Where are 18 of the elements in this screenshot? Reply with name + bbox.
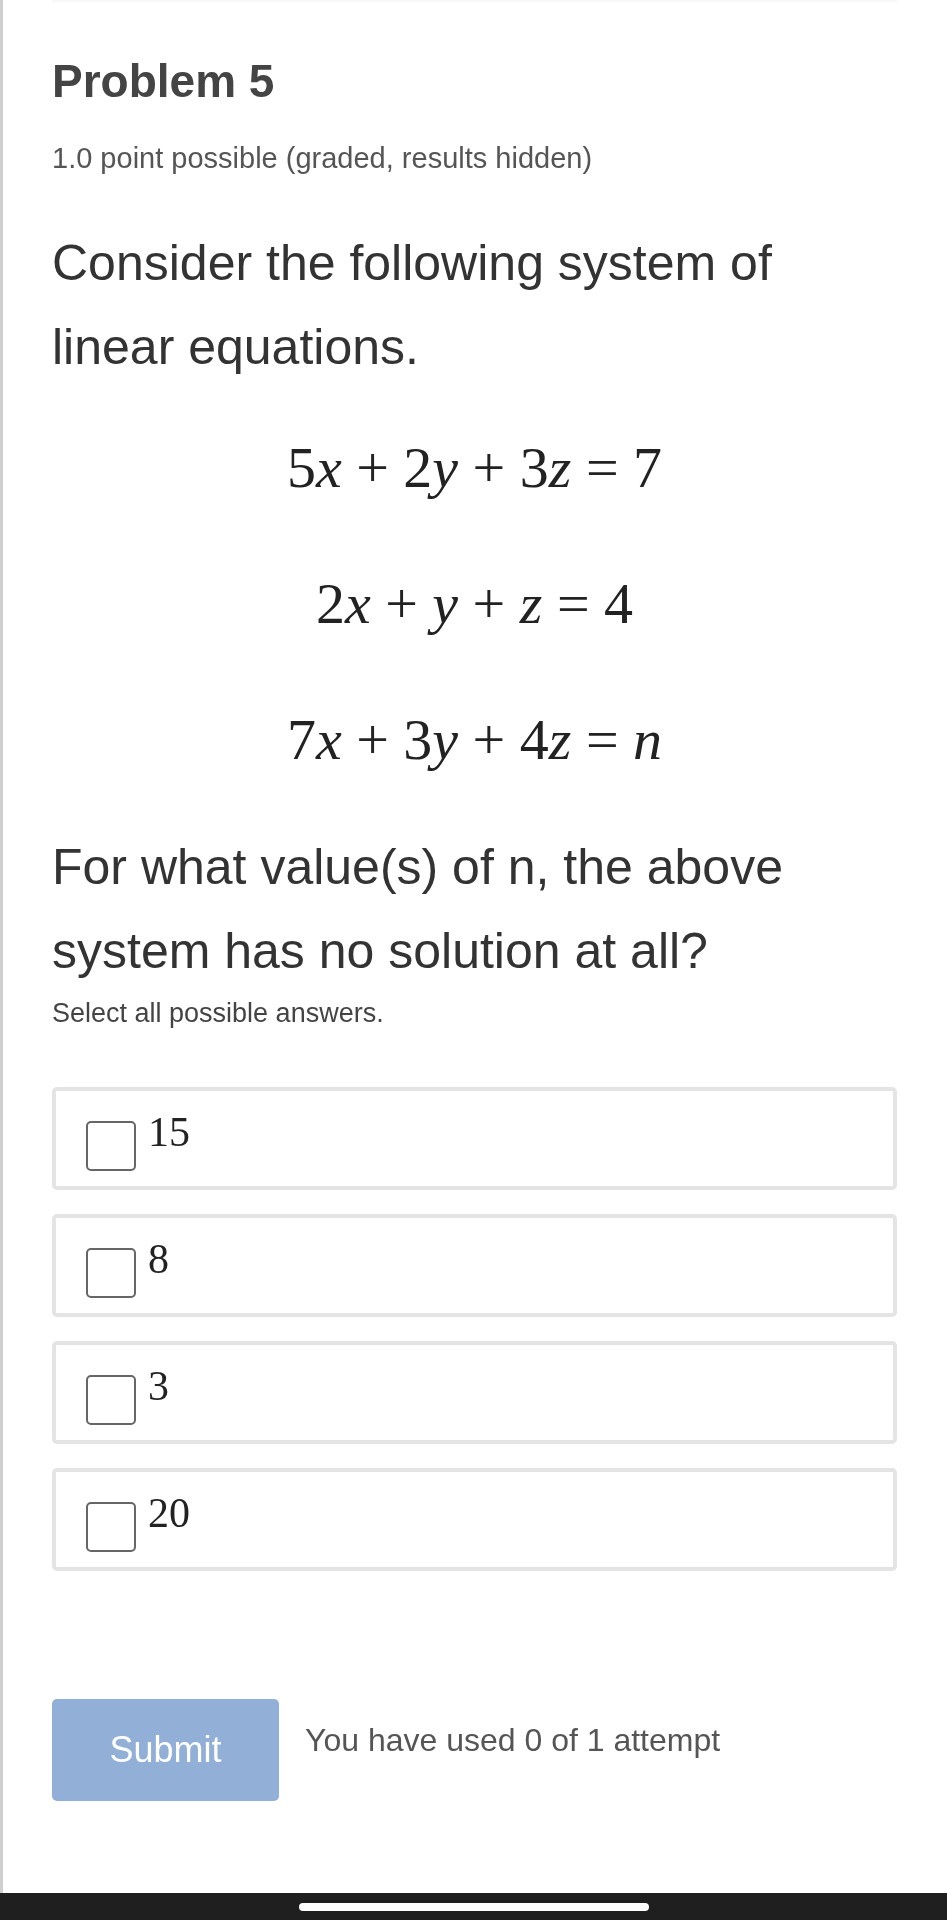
- checkbox[interactable]: [86, 1501, 136, 1552]
- hint-text: Select all possible answers.: [52, 996, 385, 1030]
- equation: 2x + y + z = 4: [315, 574, 634, 633]
- problem-title: Problem 5: [52, 54, 276, 109]
- answer-option[interactable]: 8: [52, 1214, 897, 1318]
- attempts-text: You have used 0 of 1 attempt: [305, 1721, 721, 1761]
- question-text: For what value(s) of n, the above system has no solution at all?: [52, 837, 784, 981]
- checkbox[interactable]: [86, 1247, 136, 1298]
- points-info: 1.0 point possible (graded, results hidden): [52, 141, 594, 177]
- checkbox[interactable]: [86, 1374, 136, 1425]
- answer-option[interactable]: 20: [52, 1468, 897, 1572]
- answer-option[interactable]: 3: [52, 1341, 897, 1445]
- intro-text: Consider the following system of linear equations.: [52, 233, 773, 377]
- answer-option[interactable]: 15: [52, 1087, 897, 1191]
- home-indicator[interactable]: [298, 1902, 649, 1911]
- checkbox[interactable]: [86, 1120, 136, 1171]
- equation: 5x + 2y + 3z = 7: [286, 438, 663, 497]
- equation: 7x + 3y + 4z = n: [286, 710, 663, 769]
